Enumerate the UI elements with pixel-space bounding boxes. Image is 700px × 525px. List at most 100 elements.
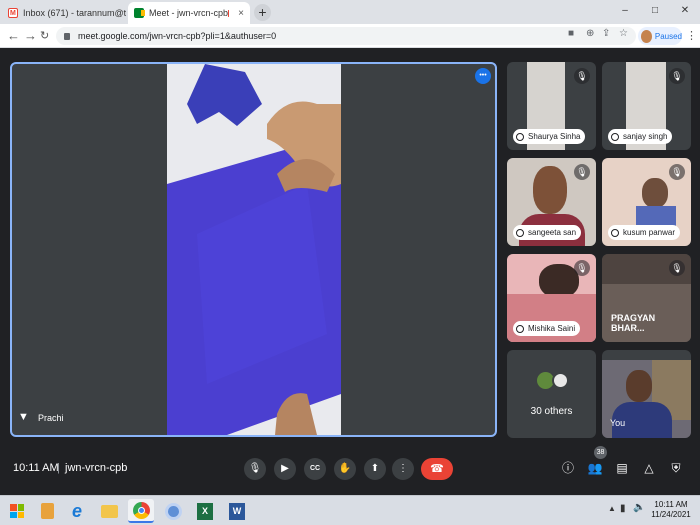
taskbar-excel[interactable]: X: [192, 499, 218, 523]
zoom-icon[interactable]: ⊕: [586, 28, 594, 39]
participant-tile[interactable]: 🎙 Shaurya Sinha: [507, 62, 596, 150]
tab-title: Inbox (671) - tarannum@theindi: [23, 8, 126, 18]
tab-close-icon[interactable]: ×: [232, 8, 244, 19]
microphone-icon: 🎙: [248, 463, 262, 474]
more-options-button[interactable]: •••: [475, 68, 491, 84]
meet-icon: [134, 8, 145, 18]
mic-off-icon: 🎙: [574, 164, 590, 180]
camera-status-icon[interactable]: ■: [568, 28, 574, 39]
end-call-button[interactable]: ☎: [421, 458, 453, 480]
profile-paused-button[interactable]: Paused: [638, 27, 682, 45]
mic-off-icon: 🎙: [669, 260, 685, 276]
url-text[interactable]: meet.google.com/jwn-vrcn-cpb?pli=1&authu…: [78, 31, 276, 41]
main-speaker-tile[interactable]: ••• ▼ Prachi: [10, 62, 497, 437]
browser-tab-strip: M Inbox (671) - tarannum@theindi × Meet …: [0, 0, 700, 24]
main-speaker-name: Prachi: [38, 413, 64, 423]
window-controls: – □ ✕: [610, 0, 700, 24]
self-label: You: [610, 418, 626, 428]
people-icon[interactable]: 👥: [587, 460, 603, 476]
maximize-button[interactable]: □: [640, 0, 670, 24]
chrome-icon: [132, 501, 150, 519]
participant-name: sanjay singh: [623, 132, 668, 141]
start-button[interactable]: [4, 499, 30, 523]
clock[interactable]: 10:11 AM 11/24/2021: [648, 500, 694, 520]
present-button[interactable]: ⬆: [364, 458, 386, 480]
participant-tile[interactable]: 🎙 PRAGYAN BHAR...: [602, 254, 691, 342]
participant-tile[interactable]: 🎙 kusum panwar: [602, 158, 691, 246]
reload-icon[interactable]: ↻: [40, 28, 49, 44]
tab-title: Meet - jwn-vrcn-cpb: [149, 8, 229, 18]
volume-icon[interactable]: 🔈: [633, 502, 645, 513]
chrome-icon: [164, 502, 182, 520]
present-icon: ⬆: [370, 463, 380, 474]
new-tab-button[interactable]: +: [254, 4, 271, 21]
meeting-code: jwn-vrcn-cpb: [65, 462, 128, 474]
meet-app: ••• ▼ Prachi 🎙 Shaurya Sinha 🎙 sanjay si…: [0, 48, 700, 495]
microphone-button[interactable]: 🎙: [244, 458, 266, 480]
others-count: 30 others: [530, 406, 573, 417]
avatar: [552, 372, 569, 389]
clock-time: 10:11 AM: [654, 500, 688, 509]
camera-icon: ▶: [281, 463, 289, 474]
avatar: [641, 29, 652, 43]
menu-dots-icon[interactable]: ⋮: [686, 28, 697, 44]
end-call-icon: ☎: [430, 463, 444, 475]
captions-icon: CC: [309, 465, 321, 472]
participant-name: Shaurya Sinha: [528, 132, 581, 141]
people-count-badge: 38: [594, 446, 607, 459]
network-icon[interactable]: ▮: [620, 503, 626, 514]
gmail-icon: M: [8, 8, 18, 18]
minimize-button[interactable]: –: [610, 0, 640, 24]
host-controls-icon[interactable]: ⛨: [668, 460, 684, 476]
taskbar-explorer[interactable]: [96, 499, 122, 523]
pin-icon: [516, 228, 524, 237]
more-options-button[interactable]: ⋮: [392, 458, 414, 480]
taskbar-media-app[interactable]: [34, 499, 60, 523]
windows-taskbar: e X W ▲ ▮ 🔈 10:11 AM 11/24/2021: [0, 495, 700, 525]
meeting-controls-bar: 10:11 AM | jwn-vrcn-cpb 🎙 ▶ CC ✋ ⬆ ⋮ ☎ ⓘ…: [0, 446, 700, 490]
mic-off-icon: 🎙: [669, 68, 685, 84]
taskbar-word[interactable]: W: [224, 499, 250, 523]
participant-tile[interactable]: 🎙 sangeeta san: [507, 158, 596, 246]
lock-icon: [64, 32, 70, 40]
windows-icon: [10, 504, 24, 518]
pin-icon: [516, 324, 524, 333]
hand-icon: ✋: [338, 463, 352, 474]
share-icon[interactable]: ⇪: [602, 28, 610, 39]
taskbar-ie[interactable]: e: [64, 499, 90, 523]
address-toolbar: ← → ↻ meet.google.com/jwn-vrcn-cpb?pli=1…: [0, 24, 700, 48]
participant-name: PRAGYAN BHAR...: [611, 313, 656, 333]
face: [642, 178, 668, 208]
pin-icon: ▼: [18, 411, 29, 423]
video-frame: [167, 64, 341, 435]
taskbar-chrome-profile[interactable]: [160, 499, 186, 523]
mic-off-icon: 🎙: [669, 164, 685, 180]
camera-button[interactable]: ▶: [274, 458, 296, 480]
clock-date: 11/24/2021: [651, 510, 691, 519]
folder-icon: [100, 504, 118, 518]
participant-name: sangeeta san: [528, 228, 577, 237]
raise-hand-button[interactable]: ✋: [334, 458, 356, 480]
chat-icon[interactable]: ▤: [614, 460, 630, 476]
forward-arrow-icon[interactable]: →: [24, 28, 37, 44]
bookmark-star-icon[interactable]: ☆: [619, 28, 628, 39]
face: [626, 370, 652, 402]
activities-icon[interactable]: △: [641, 460, 657, 476]
participant-tile[interactable]: 🎙 Mishika Saini: [507, 254, 596, 342]
tab-meet[interactable]: Meet - jwn-vrcn-cpb ×: [128, 2, 250, 24]
close-window-button[interactable]: ✕: [670, 0, 700, 24]
others-tile[interactable]: 30 others: [507, 350, 596, 438]
omnibox[interactable]: meet.google.com/jwn-vrcn-cpb?pli=1&authu…: [56, 27, 636, 45]
show-hidden-icons[interactable]: ▲: [608, 504, 616, 513]
mic-off-icon: 🎙: [574, 68, 590, 84]
word-icon: W: [229, 502, 245, 520]
participant-tile[interactable]: 🎙 sanjay singh: [602, 62, 691, 150]
back-arrow-icon[interactable]: ←: [7, 28, 20, 44]
self-tile[interactable]: You: [602, 350, 691, 438]
captions-button[interactable]: CC: [304, 458, 326, 480]
media-icon: [40, 503, 54, 519]
info-icon[interactable]: ⓘ: [560, 460, 576, 476]
participant-name-chip: sanjay singh: [608, 129, 673, 144]
tab-gmail-inbox[interactable]: M Inbox (671) - tarannum@theindi ×: [2, 2, 126, 24]
taskbar-chrome[interactable]: [128, 499, 154, 523]
